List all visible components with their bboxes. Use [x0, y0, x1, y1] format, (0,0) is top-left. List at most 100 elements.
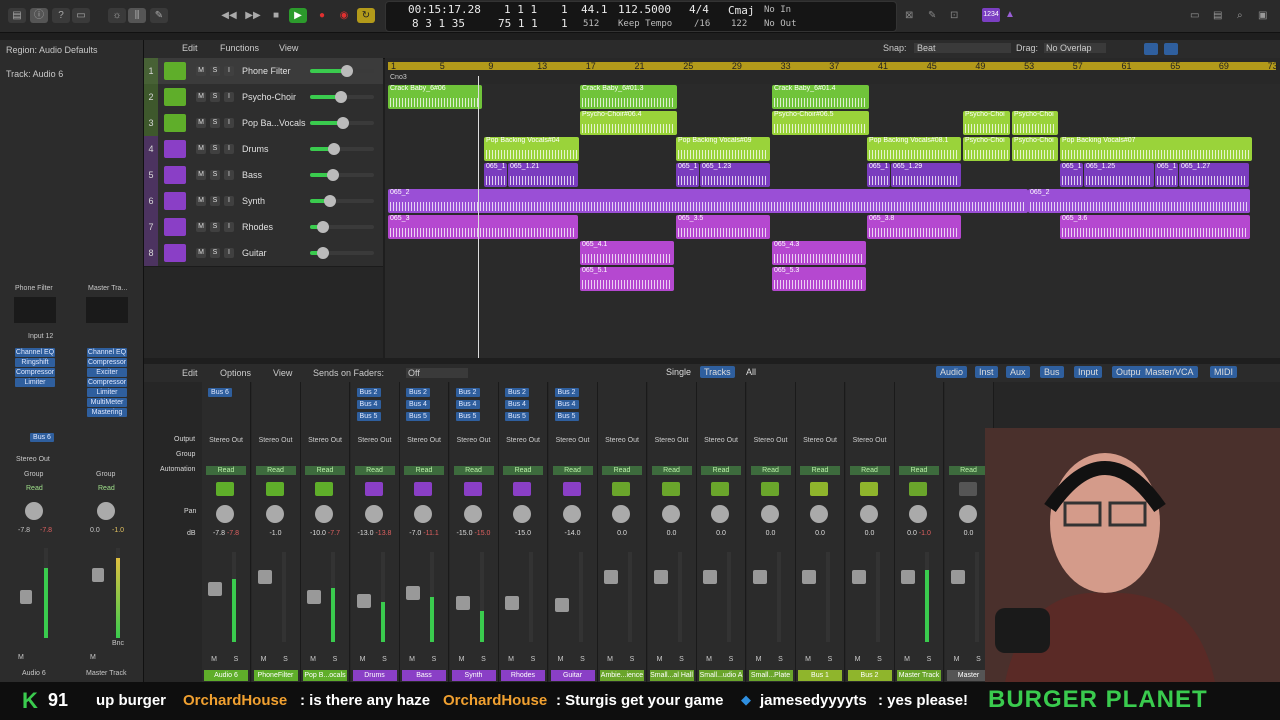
automation-mode[interactable]: Read: [701, 466, 741, 475]
pan-knob[interactable]: [513, 505, 531, 523]
replace-icon[interactable]: ◉: [335, 8, 353, 23]
channel-name[interactable]: Synth: [451, 670, 496, 681]
automation-mode[interactable]: Read: [651, 466, 692, 475]
channel-name[interactable]: Rhodes: [501, 670, 545, 681]
automation-mode[interactable]: Read: [503, 466, 543, 475]
track-volume-knob[interactable]: [327, 169, 340, 181]
automation-mode[interactable]: Read: [305, 466, 345, 475]
note-pad-icon[interactable]: ▭: [1190, 10, 1199, 21]
plugin-slot[interactable]: Compressor: [15, 368, 55, 377]
mute-button[interactable]: M: [505, 656, 517, 666]
pan-knob-right[interactable]: [97, 502, 115, 520]
filter-aux-button[interactable]: Aux: [1006, 366, 1030, 378]
send-slot[interactable]: Bus 4: [356, 400, 381, 409]
track-volume-knob[interactable]: [316, 221, 329, 233]
solo-button[interactable]: S: [230, 656, 242, 666]
plugin-slot[interactable]: Ringshift: [15, 358, 55, 367]
single-view-tab[interactable]: Single: [662, 366, 695, 378]
volume-fader[interactable]: [307, 590, 321, 604]
send-slot[interactable]: Bus 6: [30, 433, 54, 442]
plugin-slot[interactable]: Mastering: [87, 408, 127, 417]
mute-button[interactable]: M: [802, 656, 814, 666]
automation-mode[interactable]: Read: [849, 466, 890, 475]
solo-button[interactable]: S: [210, 118, 220, 128]
send-slot[interactable]: Bus 2: [505, 388, 529, 397]
solo-button[interactable]: S: [973, 656, 985, 666]
output-slot[interactable]: Stereo Out: [699, 437, 743, 444]
sends-on-faders-select[interactable]: Off: [406, 368, 468, 378]
input-monitor-button[interactable]: I: [224, 170, 234, 180]
input-monitor-button[interactable]: I: [224, 118, 234, 128]
plugin-slot[interactable]: MultiMeter: [87, 398, 127, 407]
play-icon[interactable]: ▶: [289, 8, 307, 23]
cycle-icon[interactable]: ↻: [357, 8, 375, 23]
record-icon[interactable]: ●: [313, 8, 331, 23]
output-slot[interactable]: Stereo Out: [254, 437, 298, 444]
solo-button[interactable]: S: [428, 656, 440, 666]
region[interactable]: Pop Backing Vocals#09: [676, 137, 770, 161]
solo-button[interactable]: S: [210, 222, 220, 232]
channel-name[interactable]: PhoneFilter: [253, 670, 298, 681]
channel-name[interactable]: Small...al Hall: [649, 670, 694, 681]
mute-button[interactable]: M: [196, 92, 206, 102]
lcd-display[interactable]: 00:15:17.28 8 3 1 35 1 1 1 1 75 1 1 1 44…: [385, 1, 897, 32]
solo-button[interactable]: S: [478, 656, 490, 666]
plugin-slot[interactable]: Exciter: [87, 368, 127, 377]
volume-fader[interactable]: [851, 570, 866, 584]
pan-knob[interactable]: [760, 505, 779, 523]
volume-fader[interactable]: [406, 586, 420, 600]
track-volume-slider[interactable]: [310, 147, 374, 151]
output-slot[interactable]: Stereo Out: [204, 437, 248, 444]
track-name[interactable]: Guitar: [242, 248, 267, 258]
inspector-icon[interactable]: ⓘ: [30, 8, 48, 23]
snap-select[interactable]: Beat: [914, 43, 1011, 53]
playhead[interactable]: [478, 76, 479, 358]
plugin-slot[interactable]: Compressor: [87, 378, 127, 387]
help-icon[interactable]: ?: [52, 8, 70, 23]
volume-fader-right[interactable]: [92, 568, 104, 582]
solo-button[interactable]: S: [210, 196, 220, 206]
pan-knob[interactable]: [216, 505, 234, 523]
solo-button[interactable]: S: [626, 656, 638, 666]
track-inspector-header[interactable]: Track: Audio 6: [6, 69, 63, 79]
send-slot[interactable]: Bus 4: [406, 400, 430, 409]
solo-button[interactable]: S: [210, 170, 220, 180]
pan-knob[interactable]: [414, 505, 432, 523]
region[interactable]: 065_2: [388, 189, 1028, 213]
filter-audio-button[interactable]: Audio: [936, 366, 968, 378]
view-menu[interactable]: View: [279, 43, 298, 53]
volume-fader[interactable]: [257, 570, 272, 584]
zoom-fit-icon[interactable]: [1164, 43, 1178, 55]
input-monitor-button[interactable]: I: [224, 222, 234, 232]
volume-fader[interactable]: [505, 596, 519, 610]
channel-name[interactable]: Bass: [402, 670, 446, 681]
solo-button[interactable]: S: [725, 656, 737, 666]
volume-fader[interactable]: [802, 570, 816, 584]
pan-knob[interactable]: [958, 505, 977, 523]
input-monitor-button[interactable]: I: [224, 196, 234, 206]
track-header[interactable]: 8 M S I Guitar: [144, 240, 383, 267]
drag-select[interactable]: No Overlap: [1044, 43, 1106, 53]
forward-icon[interactable]: ▶▶: [244, 8, 262, 23]
send-slot[interactable]: Bus 5: [356, 412, 381, 421]
track-name[interactable]: Phone Filter: [242, 66, 291, 76]
volume-fader-left[interactable]: [20, 590, 32, 604]
output-slot[interactable]: Stereo Out: [452, 437, 496, 444]
region-inspector-header[interactable]: Region: Audio Defaults: [6, 45, 98, 55]
track-volume-knob[interactable]: [337, 117, 350, 129]
group-slot-right[interactable]: Group: [96, 471, 115, 478]
input-monitor-button[interactable]: I: [224, 248, 234, 258]
pan-knob[interactable]: [315, 505, 333, 523]
region[interactable]: Pop Backing Vocals#08.1: [867, 137, 961, 161]
output-slot[interactable]: Stereo Out: [551, 437, 595, 444]
stop-icon[interactable]: ■: [267, 8, 285, 23]
pan-knob[interactable]: [562, 505, 581, 523]
region[interactable]: Pop Backing Vocals#04: [484, 137, 579, 161]
mute-button[interactable]: M: [196, 66, 206, 76]
track-volume-knob[interactable]: [328, 143, 341, 155]
track-name[interactable]: Bass: [242, 170, 262, 180]
solo-button[interactable]: S: [329, 656, 341, 666]
mixer-options-menu[interactable]: Options: [220, 368, 251, 378]
channel-name[interactable]: Guitar: [550, 670, 595, 681]
region[interactable]: 065_4.3: [772, 241, 866, 265]
